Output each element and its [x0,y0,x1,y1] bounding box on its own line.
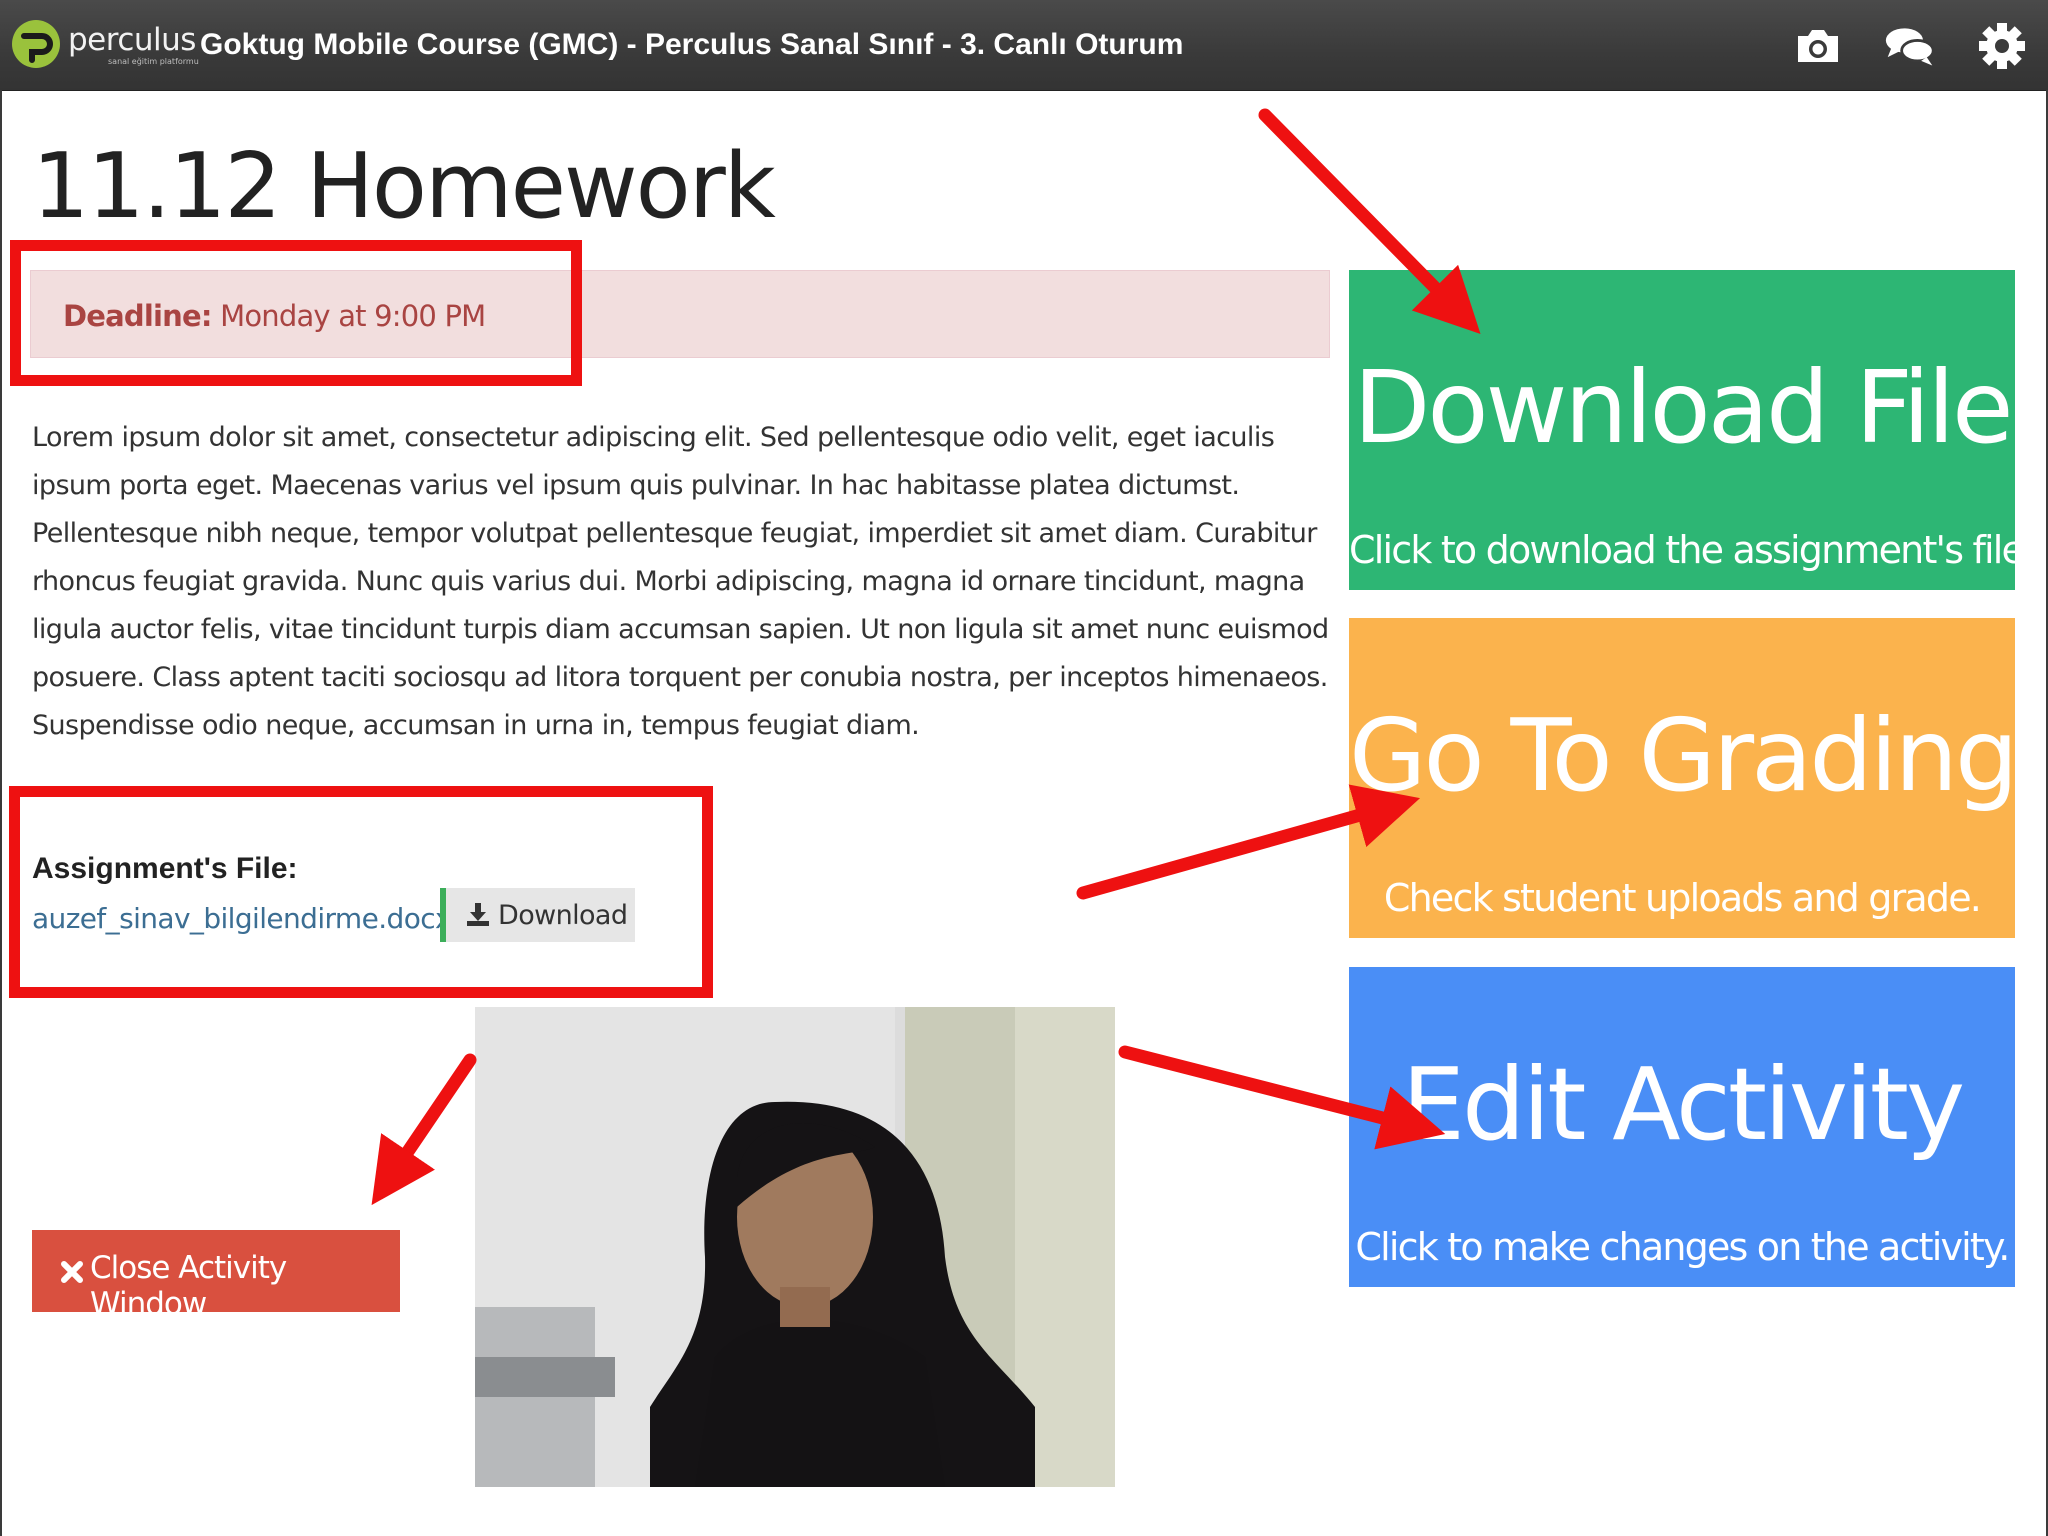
file-label: Assignment's File: [32,852,298,885]
download-file-tile[interactable]: Download File Click to download the assi… [1349,270,2035,590]
close-activity-button[interactable]: Close Activity Window [32,1230,400,1322]
deadline-label: Deadline: [63,299,212,333]
go-to-grading-subtitle: Check student uploads and grade. [1383,876,1982,920]
activity-description: Lorem ipsum dolor sit amet, consectetur … [32,422,1329,741]
download-icon [467,903,489,926]
edit-activity-title: Edit Activity [1401,1046,1965,1163]
edit-activity-subtitle: Click to make changes on the activity. [1355,1225,2010,1269]
deadline-value: Monday at 9:00 PM [220,299,486,333]
deadline-alert: Deadline: Monday at 9:00 PM [30,270,1330,358]
arrow-to-grading-tile [1076,784,1421,900]
frame-border-left [0,90,2,1536]
close-icon [61,1261,83,1283]
chat-icon[interactable] [1884,20,1936,72]
download-button[interactable]: Download [440,888,635,942]
deadline-text: Deadline: Monday at 9:00 PM [63,299,486,333]
close-activity-label: Close Activity Window [90,1250,287,1322]
logo-text: perculus [68,22,196,58]
file-link[interactable]: auzef_sinav_bilgilendirme.docx [32,902,452,935]
arrow-to-close-button [371,1053,477,1206]
go-to-grading-title: Go To Grading [1349,697,2019,814]
top-bar: perculus sanal eğitim platformu Goktug M… [0,0,2048,91]
activity-heading: 11.12 Homework [32,134,776,239]
camera-icon[interactable] [1792,20,1844,72]
perculus-logo-icon [12,20,60,68]
edit-activity-tile[interactable]: Edit Activity Click to make changes on t… [1349,967,2015,1287]
webcam-video [475,1007,1115,1487]
gear-icon[interactable] [1976,20,2028,72]
download-file-title: Download File [1353,349,2013,466]
download-file-subtitle: Click to download the assignment's file. [1349,528,2035,572]
window-title: Goktug Mobile Course (GMC) - Perculus Sa… [200,28,1184,61]
go-to-grading-tile[interactable]: Go To Grading Check student uploads and … [1349,618,2019,938]
logo-subtext: sanal eğitim platformu [108,57,199,66]
download-label: Download [498,900,628,931]
